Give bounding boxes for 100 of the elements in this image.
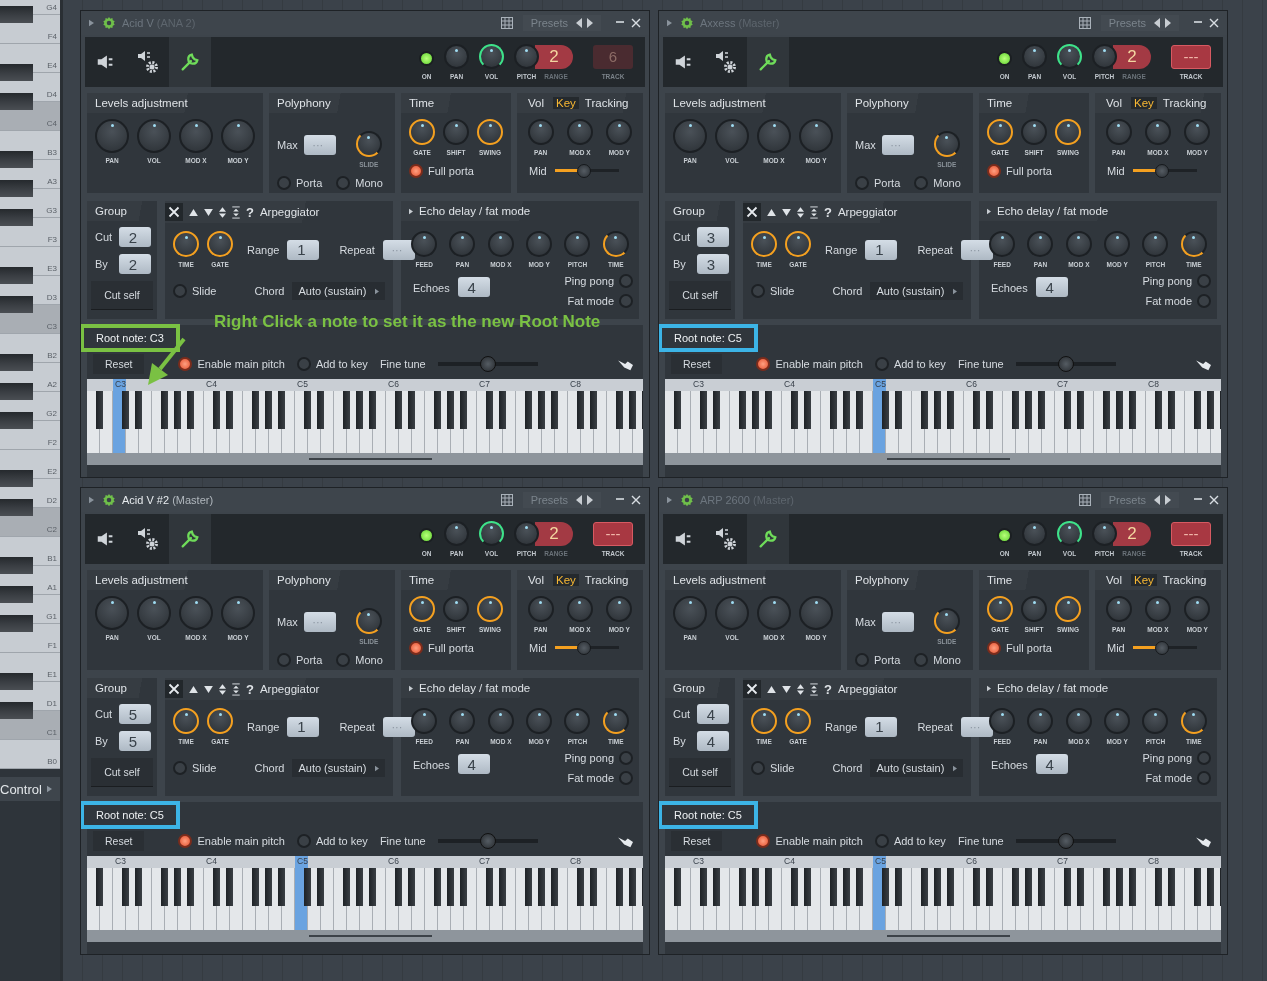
knob[interactable]	[751, 708, 777, 734]
piano-key[interactable]: C3	[0, 305, 60, 334]
piano-key[interactable]: A2	[0, 363, 60, 392]
piano-key[interactable]: G2	[0, 392, 60, 421]
piano-octave[interactable]	[204, 391, 295, 453]
radio-button[interactable]	[756, 834, 771, 848]
radio-button[interactable]	[874, 357, 889, 371]
knob[interactable]	[477, 119, 503, 145]
piano-key[interactable]: D3	[0, 276, 60, 305]
radio-button[interactable]	[619, 294, 633, 308]
up-icon[interactable]	[767, 208, 776, 216]
previous-icon[interactable]	[1154, 18, 1160, 28]
knob[interactable]	[411, 708, 438, 734]
piano-key[interactable]: E2	[0, 450, 60, 479]
help-icon[interactable]: ?	[246, 681, 254, 697]
caret-icon[interactable]	[89, 496, 94, 504]
knob[interactable]	[987, 596, 1013, 622]
knob[interactable]	[602, 708, 629, 734]
help-icon[interactable]: ?	[246, 204, 254, 220]
knob[interactable]	[785, 231, 811, 257]
piano-key[interactable]: B0	[0, 740, 60, 769]
knob[interactable]	[207, 708, 233, 734]
piano-key[interactable]: A3	[0, 160, 60, 189]
up-down-icon[interactable]	[219, 206, 226, 218]
up-icon[interactable]	[767, 685, 776, 693]
caret-icon[interactable]	[987, 207, 991, 215]
piano-octave[interactable]	[1055, 868, 1146, 930]
track-display[interactable]: ---	[1171, 521, 1211, 546]
cut-stepper[interactable]: 2	[119, 227, 151, 247]
power-led[interactable]	[997, 527, 1012, 543]
range-display[interactable]: 2	[1113, 521, 1151, 546]
radio-button[interactable]	[178, 834, 193, 848]
tracking-tab[interactable]: Key	[1131, 97, 1157, 109]
radio-button[interactable]	[874, 834, 889, 848]
radio-button[interactable]	[277, 653, 291, 667]
piano-octave[interactable]	[568, 391, 643, 453]
radio-button[interactable]	[751, 284, 765, 298]
cut-self-button[interactable]: Cut self	[91, 758, 153, 786]
radio-button[interactable]	[914, 176, 929, 190]
piano-key[interactable]: B3	[0, 131, 60, 160]
power-led[interactable]	[997, 50, 1012, 66]
piano-octave[interactable]	[873, 391, 964, 453]
piano-key[interactable]: A1	[0, 566, 60, 595]
range-display[interactable]: 2	[1113, 44, 1151, 69]
piano-octave[interactable]	[964, 391, 1055, 453]
reset-button[interactable]: Reset	[671, 354, 723, 374]
reset-button[interactable]: Reset	[93, 354, 145, 374]
radio-button[interactable]	[1197, 274, 1211, 288]
piano-octave[interactable]	[1146, 391, 1221, 453]
cut-stepper[interactable]: 4	[697, 704, 729, 724]
piano-key[interactable]: E1	[0, 653, 60, 682]
radio-button[interactable]	[173, 761, 187, 775]
chord-dropdown[interactable]: Auto (sustain)	[870, 282, 963, 300]
piano-key[interactable]: E3	[0, 247, 60, 276]
piano-octave[interactable]	[295, 391, 386, 453]
next-icon[interactable]	[1165, 18, 1171, 28]
piano-key[interactable]: B1	[0, 537, 60, 566]
piano-octave[interactable]	[691, 391, 782, 453]
knob[interactable]	[207, 231, 233, 257]
reset-button[interactable]: Reset	[671, 831, 723, 851]
piano-octave[interactable]	[873, 868, 964, 930]
piano-keys[interactable]	[87, 868, 113, 930]
radio-button[interactable]	[296, 357, 311, 371]
radio-button[interactable]	[855, 653, 869, 667]
help-icon[interactable]: ?	[824, 204, 832, 220]
tracking-tab[interactable]: Vol	[1103, 97, 1125, 109]
expand-icon[interactable]	[232, 205, 240, 219]
knob[interactable]	[355, 131, 382, 157]
piano-key[interactable]: D4	[0, 73, 60, 102]
caret-icon[interactable]	[667, 19, 672, 27]
knob[interactable]	[987, 119, 1013, 145]
tracking-tab[interactable]: Key	[553, 574, 579, 586]
radio-button[interactable]	[619, 274, 633, 288]
piano-octave[interactable]	[964, 868, 1055, 930]
echoes-stepper[interactable]: 4	[457, 754, 490, 774]
close-icon[interactable]	[165, 680, 183, 698]
up-down-icon[interactable]	[797, 206, 804, 218]
radio-button[interactable]	[756, 357, 771, 371]
piano-key[interactable]: B2	[0, 334, 60, 363]
knob[interactable]	[989, 708, 1016, 734]
radio-button[interactable]	[914, 653, 929, 667]
down-icon[interactable]	[204, 208, 213, 216]
scrollbar[interactable]	[87, 453, 643, 465]
knob[interactable]	[602, 231, 629, 257]
knob[interactable]	[173, 231, 199, 257]
down-icon[interactable]	[782, 208, 791, 216]
echoes-stepper[interactable]: 4	[1035, 754, 1068, 774]
caret-icon[interactable]	[409, 207, 413, 215]
piano-key[interactable]: C4	[0, 102, 60, 131]
piano-key[interactable]: F2	[0, 421, 60, 450]
knob[interactable]	[933, 131, 960, 157]
cut-self-button[interactable]: Cut self	[91, 281, 153, 309]
next-icon[interactable]	[587, 18, 593, 28]
up-icon[interactable]	[189, 685, 198, 693]
grid-icon[interactable]	[500, 17, 513, 29]
wrench-tab[interactable]	[169, 514, 211, 564]
piano-key[interactable]: E4	[0, 44, 60, 73]
piano-key[interactable]: G1	[0, 595, 60, 624]
piano-keys[interactable]	[87, 391, 113, 453]
radio-button[interactable]	[1197, 751, 1211, 765]
